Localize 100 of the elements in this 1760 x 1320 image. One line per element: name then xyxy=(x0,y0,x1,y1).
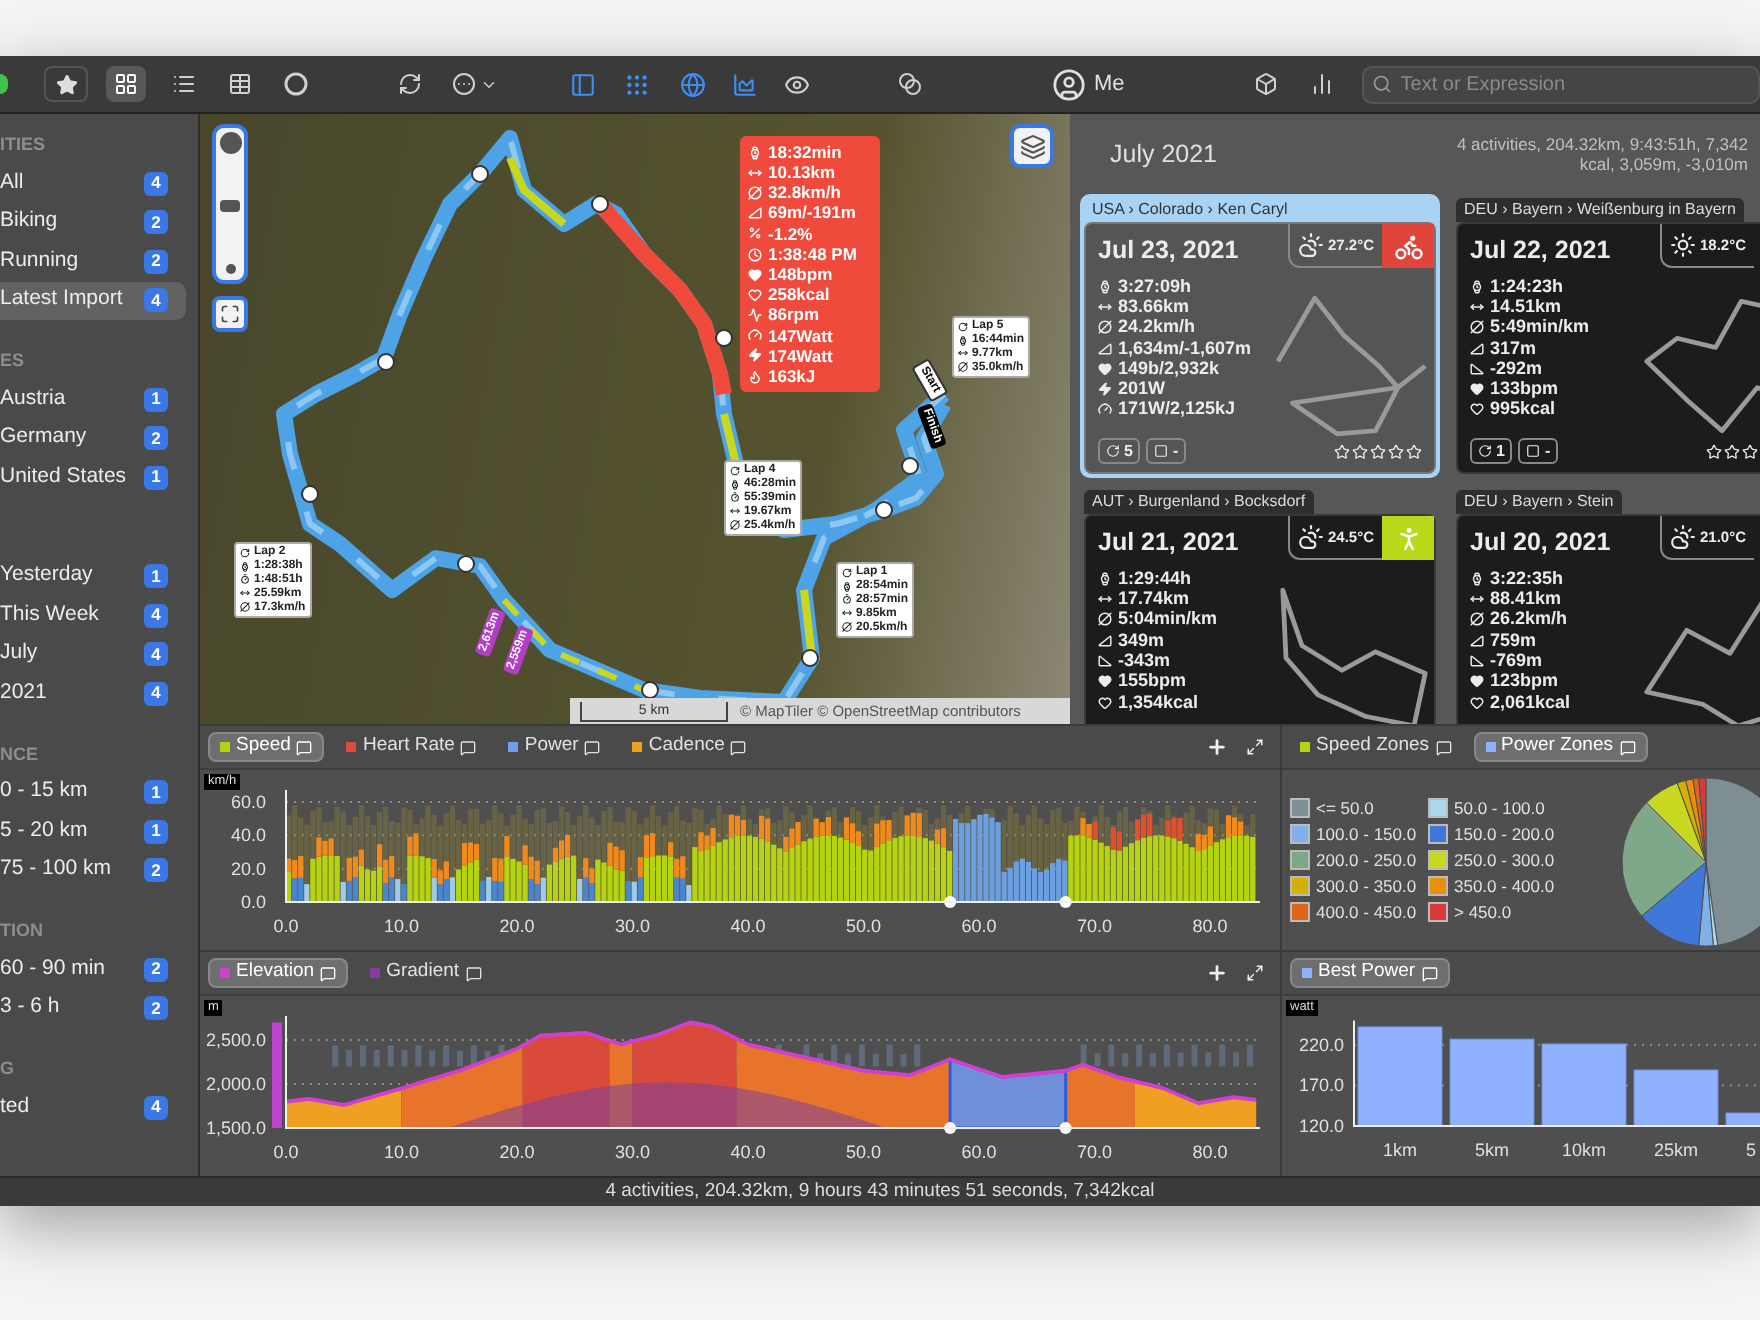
percent-icon xyxy=(748,226,762,241)
count-badge: 1 xyxy=(144,819,168,844)
add-button[interactable] xyxy=(1206,736,1228,758)
layout-grid-button[interactable] xyxy=(106,66,146,102)
sidebar-item[interactable]: Germany 2 xyxy=(0,419,186,458)
axis-label: 50.0 xyxy=(845,916,882,936)
sidebar-item[interactable]: Running 2 xyxy=(0,242,186,281)
chart-tab[interactable]: Heart Rate xyxy=(336,732,487,762)
stat-value: 5:49min/km xyxy=(1490,318,1590,337)
fullscreen-icon xyxy=(220,304,240,324)
user-button[interactable]: Me xyxy=(1052,64,1125,104)
power-bar xyxy=(1449,1038,1535,1127)
tag-button[interactable]: - xyxy=(1146,438,1187,465)
stat-value: -343m xyxy=(1118,651,1171,670)
area-chart-icon xyxy=(731,71,757,97)
fullscreen-button[interactable] xyxy=(212,296,248,332)
chart-tab[interactable]: Power xyxy=(498,732,611,762)
sidebar-item[interactable]: 75 - 100 km 2 xyxy=(0,851,186,890)
month-summary: 4 activities, 204.32km, 9:43:51h, 7,342 kcal, 3,059m, -3,010m xyxy=(1454,134,1748,174)
sidebar-item[interactable]: 0 - 15 km 1 xyxy=(0,773,186,812)
status-bar: 4 activities, 204.32km, 9 hours 43 minutes 51 seconds, 7,342kcal xyxy=(0,1176,1760,1206)
sidebar-item[interactable]: This Week 4 xyxy=(0,596,186,635)
sidebar-item[interactable]: Austria 1 xyxy=(0,380,186,419)
month-heading: July 2021 xyxy=(1110,137,1218,172)
watch-icon xyxy=(1098,571,1112,586)
watch-icon xyxy=(1470,279,1484,294)
stat-value: 1:29:44h xyxy=(1118,569,1192,588)
ellipsis-icon xyxy=(452,72,476,96)
axis-label: 70.0 xyxy=(1076,916,1113,936)
sidebar-item[interactable]: 2021 4 xyxy=(0,674,186,713)
stat-value: 133bpm xyxy=(1490,380,1559,399)
search-icon xyxy=(1372,74,1393,94)
cloud-sun-icon xyxy=(1297,232,1324,258)
axis-label: 80.0 xyxy=(1192,1142,1228,1162)
expand-button[interactable] xyxy=(1246,738,1264,756)
search-field[interactable]: Text or Expression xyxy=(1362,65,1760,103)
section-heading: ES xyxy=(0,352,25,370)
chart-tab[interactable]: Gradient xyxy=(360,958,492,988)
arrows-icon xyxy=(842,608,852,619)
favorite-button[interactable] xyxy=(44,66,88,102)
tag-button[interactable]: - xyxy=(1518,438,1559,465)
chart-tab[interactable]: Speed xyxy=(208,732,325,762)
zoom-thumb[interactable] xyxy=(220,200,240,212)
axis-label: 0.0 xyxy=(273,916,299,936)
expand-icon xyxy=(1246,964,1264,982)
rotate-icon xyxy=(730,465,740,476)
location-breadcrumb: DEU › Bayern › Stein xyxy=(1456,490,1622,515)
chart-tab[interactable]: Speed Zones xyxy=(1290,732,1462,762)
plus-icon xyxy=(1206,736,1228,758)
sidebar-item[interactable]: Latest Import 4 xyxy=(0,281,186,320)
stat-value: 201W xyxy=(1118,380,1166,399)
sidebar-item[interactable]: Biking 2 xyxy=(0,203,186,242)
star-rating[interactable] xyxy=(1334,443,1422,460)
expand-button[interactable] xyxy=(1246,964,1264,982)
ring-icon xyxy=(284,72,308,96)
stat-value: 3:22:35h xyxy=(1490,569,1564,588)
add-button[interactable] xyxy=(1206,962,1228,984)
axis-label: 40.0 xyxy=(730,1142,766,1162)
sidebar-item[interactable]: 3 - 6 h 2 xyxy=(0,989,186,1028)
stat-value: 5:04min/km xyxy=(1118,610,1218,629)
note-icon xyxy=(1619,739,1635,755)
axis-label: 1km xyxy=(1383,1140,1417,1160)
zoom-slider[interactable] xyxy=(212,124,248,284)
axis-label: 1,500.0 xyxy=(205,1118,266,1138)
note-icon xyxy=(730,739,747,755)
chart-tab[interactable]: Cadence xyxy=(622,732,757,762)
arrows-icon xyxy=(730,506,740,517)
clock-icon xyxy=(748,247,762,262)
sidebar-item[interactable]: July 4 xyxy=(0,635,186,674)
layers-button[interactable] xyxy=(1010,124,1054,168)
chart-tab[interactable]: Best Power xyxy=(1290,958,1450,988)
chart-tab[interactable]: Elevation xyxy=(208,958,349,988)
arrows-icon xyxy=(1098,592,1112,607)
axis-label: 25km xyxy=(1654,1140,1698,1160)
sidebar-item[interactable]: Yesterday 1 xyxy=(0,557,186,596)
laps-button[interactable]: 5 xyxy=(1098,438,1141,465)
square-icon xyxy=(1526,444,1541,459)
axis-label: 40.0 xyxy=(730,916,766,936)
popup-value: 32.8km/h xyxy=(768,184,841,202)
laps-button[interactable]: 1 xyxy=(1470,438,1513,465)
chart-tab[interactable]: Power Zones xyxy=(1473,732,1647,762)
sidebar-item[interactable]: ted 4 xyxy=(0,1088,186,1127)
diameter-icon xyxy=(1470,320,1484,335)
axis-label: 60.0 xyxy=(961,916,997,936)
rotate-icon xyxy=(958,321,968,332)
sidebar-item[interactable]: United States 1 xyxy=(0,458,186,497)
stat-value: 123bpm xyxy=(1490,672,1559,691)
star-icon xyxy=(55,73,77,95)
sidebar-item[interactable]: 60 - 90 min 2 xyxy=(0,950,186,989)
rotate-icon xyxy=(1478,444,1492,459)
legend-label: 50.0 - 100.0 xyxy=(1454,795,1545,821)
count-badge: 1 xyxy=(144,465,168,490)
sidebar-item[interactable]: 5 - 20 km 1 xyxy=(0,812,186,851)
axis-label: 2,000.0 xyxy=(205,1074,266,1094)
refresh-icon xyxy=(398,72,422,96)
legend-label: > 450.0 xyxy=(1454,899,1512,925)
sidebar-item[interactable]: All 4 xyxy=(0,164,186,203)
section-heading: ITIES xyxy=(0,136,46,154)
popup-value: 163kJ xyxy=(768,367,816,385)
rotate-icon xyxy=(842,567,852,578)
